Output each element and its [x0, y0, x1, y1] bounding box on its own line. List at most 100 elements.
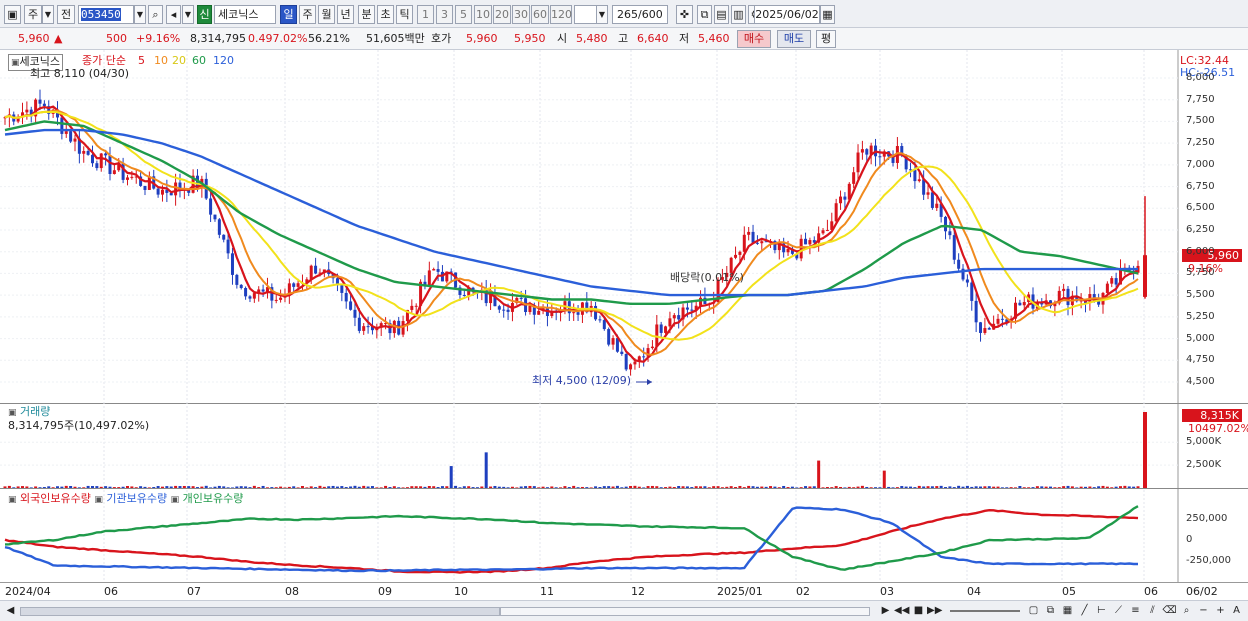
zoom-in-icon[interactable]: + — [1213, 604, 1228, 619]
volume-bar — [655, 486, 659, 488]
interval-120[interactable]: 120 — [550, 5, 572, 24]
min-price-label: 최저 4,500 (12/09) — [532, 374, 632, 387]
candle-body — [865, 149, 869, 155]
eraser-icon[interactable]: ⌫ — [1162, 604, 1177, 619]
tab-year[interactable]: 년 — [337, 5, 354, 24]
candle-body — [344, 292, 348, 302]
save-icon[interactable]: ▥ — [731, 5, 746, 24]
candle-body — [1022, 302, 1026, 306]
zoom-slider[interactable] — [950, 610, 1020, 612]
date-field[interactable]: 2025/06/02 — [754, 5, 820, 24]
prev-button[interactable]: 전 — [57, 5, 75, 24]
buy-button[interactable]: 매수 — [737, 30, 771, 48]
scroll-thumb[interactable] — [500, 607, 870, 616]
y-tick-label: 5,500 — [1186, 289, 1215, 301]
scroll-right-icon[interactable]: ▶ — [878, 604, 893, 619]
volume-bar — [182, 485, 186, 488]
stock-code-input[interactable]: 053450 — [78, 5, 134, 24]
print-icon[interactable]: ▤ — [714, 5, 729, 24]
interval-10[interactable]: 10 — [474, 5, 492, 24]
code-dropdown-icon[interactable]: ▼ — [134, 5, 146, 24]
candle-body — [917, 179, 921, 182]
avg-button[interactable]: 평 — [816, 30, 836, 48]
scroll-left-icon[interactable]: ◀ — [3, 604, 18, 619]
split-icon[interactable]: ⧉ — [1043, 604, 1058, 619]
stock-name-box[interactable]: 세코닉스 — [214, 5, 276, 24]
ruler-icon[interactable]: ⊢ — [1094, 604, 1109, 619]
volume-bar — [16, 486, 20, 488]
trend-tool-icon[interactable]: ⟋ — [1111, 604, 1126, 619]
bar-count-field[interactable]: 265/600 — [612, 5, 668, 24]
volume-bar — [493, 485, 497, 488]
channel-tool-icon[interactable]: ⫽ — [1145, 604, 1160, 619]
interval-20[interactable]: 20 — [493, 5, 511, 24]
y-tick-label: 7,250 — [1186, 137, 1215, 149]
interval-dropdown-icon[interactable]: ▼ — [596, 5, 608, 24]
candle-body — [987, 328, 991, 330]
search-icon[interactable]: ⌕ — [148, 5, 163, 24]
tab-second[interactable]: 초 — [377, 5, 394, 24]
tab-tick[interactable]: 틱 — [396, 5, 413, 24]
interval-3[interactable]: 3 — [436, 5, 453, 24]
zoom-icon[interactable]: ⌕ — [1179, 604, 1194, 619]
tab-week[interactable]: 주 — [299, 5, 316, 24]
candle-body — [112, 170, 116, 174]
scroll-track[interactable] — [20, 607, 500, 616]
volume-bar — [957, 485, 961, 488]
compare-icon[interactable]: ⧉ — [697, 5, 712, 24]
volume-bar — [1136, 486, 1140, 488]
line-tool-icon[interactable]: ╱ — [1077, 604, 1092, 619]
interval-60[interactable]: 60 — [531, 5, 549, 24]
calendar-icon[interactable]: ▦ — [820, 5, 835, 24]
candle-body — [506, 309, 510, 312]
chevron-down-icon[interactable]: ▼ — [42, 5, 54, 24]
volume-bar — [672, 487, 676, 488]
volume-bar — [375, 487, 379, 488]
interval-5[interactable]: 5 — [455, 5, 472, 24]
volume-bar — [1014, 487, 1018, 488]
crosshair-icon[interactable]: ✜ — [676, 5, 693, 24]
volume-bar — [895, 487, 899, 488]
tab-day[interactable]: 일 — [280, 5, 297, 24]
volume-bar — [244, 486, 248, 488]
tab-minute[interactable]: 분 — [358, 5, 375, 24]
volume-bar — [615, 485, 619, 488]
speaker-icon[interactable]: ◂ — [166, 5, 181, 24]
volume-bar — [1132, 486, 1136, 488]
window-icon[interactable]: ▢ — [1026, 604, 1041, 619]
volume-bar — [139, 486, 143, 488]
volume-bar — [987, 486, 991, 488]
sell-button[interactable]: 매도 — [777, 30, 811, 48]
candle-body — [296, 283, 300, 287]
volume-bar — [410, 486, 414, 488]
tab-month[interactable]: 월 — [318, 5, 335, 24]
fast-forward-icon[interactable]: ▶▶ — [927, 604, 942, 619]
period-select[interactable]: 주 — [24, 5, 42, 24]
panel-icon: ▣ — [8, 408, 17, 418]
candle-body — [572, 312, 576, 314]
interval-1[interactable]: 1 — [417, 5, 434, 24]
holders-legend: ▣ 외국인보유수량 ▣ 기관보유수량 ▣ 개인보유수량 — [8, 492, 243, 507]
interval-30[interactable]: 30 — [512, 5, 530, 24]
candle-body — [755, 242, 759, 244]
volume-bar — [99, 486, 103, 488]
grid-icon[interactable]: ▦ — [1060, 604, 1075, 619]
layout-icon[interactable]: ▣ — [4, 5, 21, 24]
candle-body — [642, 356, 646, 358]
speaker-dropdown-icon[interactable]: ▼ — [182, 5, 194, 24]
volume-bar — [930, 486, 934, 488]
candle-body — [602, 320, 606, 330]
rewind-icon[interactable]: ◀◀ — [894, 604, 909, 619]
volume-bar — [891, 487, 895, 488]
volume-bar — [882, 470, 886, 488]
fib-tool-icon[interactable]: ≡ — [1128, 604, 1143, 619]
turnover-rate: 56.21% — [308, 32, 350, 45]
volume-bar — [922, 486, 926, 488]
volume-bar — [349, 486, 353, 488]
zoom-out-icon[interactable]: − — [1196, 604, 1211, 619]
stop-icon[interactable]: ■ — [911, 604, 926, 619]
font-size-icon[interactable]: A — [1229, 604, 1244, 619]
volume-bar — [1079, 486, 1083, 488]
volume-bar — [860, 485, 864, 488]
chart-scrollbar[interactable]: ◀ ▶ ◀◀ ■ ▶▶ ▢ ⧉ ▦ ╱ ⊢ ⟋ ≡ ⫽ ⌫ ⌕ − + A — [0, 600, 1248, 621]
